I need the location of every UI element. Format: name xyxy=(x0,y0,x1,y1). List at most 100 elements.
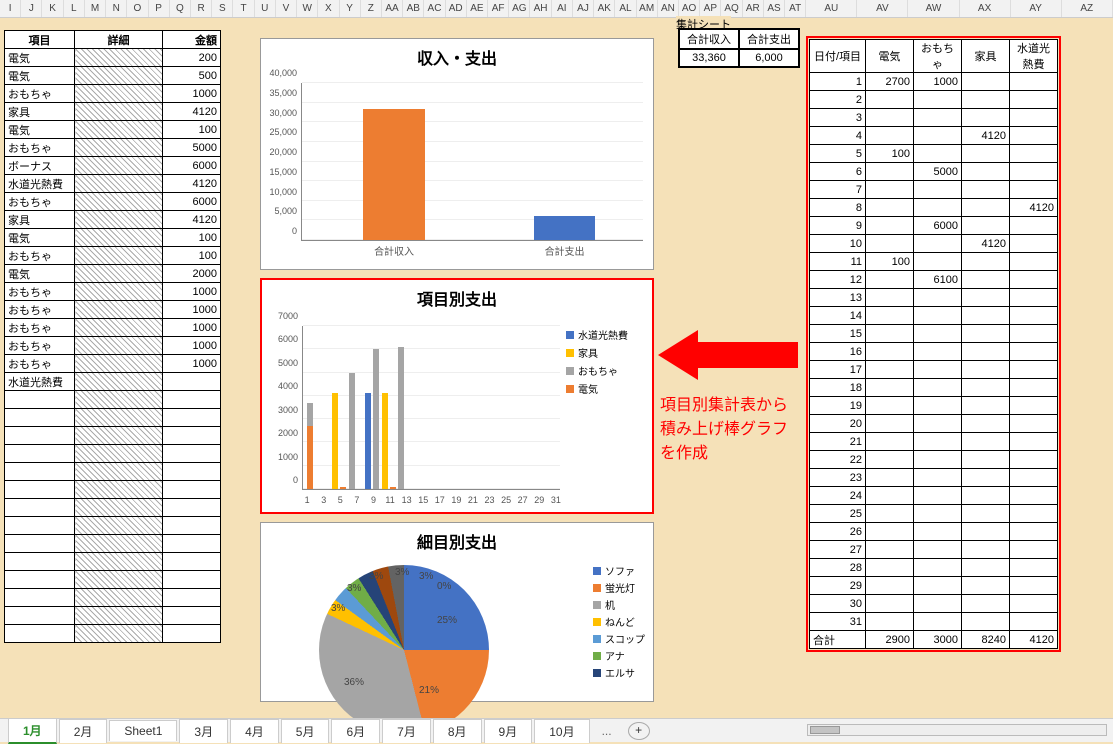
cell[interactable] xyxy=(5,517,75,535)
pivot-cell[interactable] xyxy=(914,307,962,325)
col-header[interactable]: P xyxy=(149,0,170,17)
cell[interactable] xyxy=(75,157,163,175)
cell[interactable] xyxy=(75,517,163,535)
pivot-cell[interactable]: 6000 xyxy=(914,217,962,235)
pivot-cell[interactable] xyxy=(914,289,962,307)
pivot-cell[interactable]: 1 xyxy=(810,73,866,91)
pivot-cell[interactable] xyxy=(1010,613,1058,631)
pivot-cell[interactable]: 9 xyxy=(810,217,866,235)
pivot-cell[interactable] xyxy=(866,199,914,217)
pivot-cell[interactable] xyxy=(962,253,1010,271)
col-header[interactable]: L xyxy=(64,0,85,17)
pivot-cell[interactable] xyxy=(914,487,962,505)
pivot-cell[interactable] xyxy=(914,379,962,397)
col-header[interactable]: AZ xyxy=(1062,0,1113,17)
pivot-cell[interactable]: 25 xyxy=(810,505,866,523)
col-header[interactable]: AF xyxy=(488,0,509,17)
pivot-cell[interactable] xyxy=(962,415,1010,433)
pivot-cell[interactable]: 8 xyxy=(810,199,866,217)
cell[interactable] xyxy=(163,589,221,607)
col-header[interactable]: V xyxy=(276,0,297,17)
cell[interactable] xyxy=(75,625,163,643)
pivot-cell[interactable] xyxy=(914,541,962,559)
pivot-cell[interactable] xyxy=(914,415,962,433)
pivot-cell[interactable]: 1000 xyxy=(914,73,962,91)
col-header[interactable]: AY xyxy=(1011,0,1062,17)
col-header[interactable]: AT xyxy=(785,0,806,17)
pivot-cell[interactable] xyxy=(1010,217,1058,235)
pivot-cell[interactable]: 23 xyxy=(810,469,866,487)
pivot-cell[interactable] xyxy=(866,163,914,181)
pivot-cell[interactable] xyxy=(914,505,962,523)
pivot-cell[interactable] xyxy=(1010,181,1058,199)
pivot-cell[interactable]: 20 xyxy=(810,415,866,433)
col-header[interactable]: AU xyxy=(806,0,857,17)
pivot-cell[interactable] xyxy=(914,577,962,595)
col-header[interactable]: J xyxy=(21,0,42,17)
cell[interactable] xyxy=(163,427,221,445)
pivot-cell[interactable]: 6 xyxy=(810,163,866,181)
cell[interactable] xyxy=(75,193,163,211)
pivot-cell[interactable] xyxy=(962,325,1010,343)
pivot-cell[interactable] xyxy=(914,199,962,217)
cell[interactable]: おもちゃ xyxy=(5,85,75,103)
cell[interactable]: 6000 xyxy=(163,193,221,211)
pivot-cell[interactable] xyxy=(866,595,914,613)
col-header[interactable]: AJ xyxy=(573,0,594,17)
sheet-tab[interactable]: 10月 xyxy=(534,719,589,743)
pivot-cell[interactable] xyxy=(1010,523,1058,541)
pivot-cell[interactable]: 2 xyxy=(810,91,866,109)
cell[interactable] xyxy=(5,445,75,463)
pivot-cell[interactable] xyxy=(1010,451,1058,469)
pivot-cell[interactable] xyxy=(866,235,914,253)
pivot-cell[interactable]: 10 xyxy=(810,235,866,253)
col-header[interactable]: AB xyxy=(403,0,424,17)
pivot-cell[interactable] xyxy=(962,595,1010,613)
pivot-cell[interactable] xyxy=(1010,487,1058,505)
pivot-cell[interactable] xyxy=(962,469,1010,487)
pivot-cell[interactable] xyxy=(962,397,1010,415)
cell[interactable]: 電気 xyxy=(5,67,75,85)
pivot-cell[interactable] xyxy=(962,505,1010,523)
cell[interactable]: 200 xyxy=(163,49,221,67)
cell[interactable] xyxy=(5,607,75,625)
cell[interactable]: 家具 xyxy=(5,103,75,121)
pivot-cell[interactable]: 24 xyxy=(810,487,866,505)
cell[interactable] xyxy=(5,427,75,445)
pivot-cell[interactable] xyxy=(1010,91,1058,109)
cell[interactable] xyxy=(5,625,75,643)
cell[interactable]: おもちゃ xyxy=(5,247,75,265)
pivot-cell[interactable] xyxy=(1010,469,1058,487)
pivot-cell[interactable] xyxy=(962,379,1010,397)
cell[interactable]: 1000 xyxy=(163,337,221,355)
cell[interactable]: おもちゃ xyxy=(5,337,75,355)
pivot-cell[interactable]: 3 xyxy=(810,109,866,127)
cell[interactable] xyxy=(75,607,163,625)
pivot-cell[interactable] xyxy=(866,271,914,289)
pivot-cell[interactable] xyxy=(1010,397,1058,415)
pivot-cell[interactable] xyxy=(1010,577,1058,595)
col-header[interactable]: O xyxy=(127,0,148,17)
add-sheet-button[interactable]: + xyxy=(628,722,650,740)
pivot-cell[interactable]: 5000 xyxy=(914,163,962,181)
col-header[interactable]: AW xyxy=(908,0,959,17)
pivot-cell[interactable] xyxy=(914,235,962,253)
pivot-cell[interactable]: 26 xyxy=(810,523,866,541)
sheet-tab[interactable]: 2月 xyxy=(59,719,108,743)
cell[interactable] xyxy=(75,103,163,121)
pivot-cell[interactable] xyxy=(962,109,1010,127)
col-header[interactable]: N xyxy=(106,0,127,17)
sheet-tab[interactable]: 9月 xyxy=(484,719,533,743)
cell[interactable]: 4120 xyxy=(163,211,221,229)
col-header[interactable]: X xyxy=(318,0,339,17)
cell[interactable] xyxy=(75,427,163,445)
cell[interactable] xyxy=(163,373,221,391)
cell[interactable] xyxy=(163,625,221,643)
cell[interactable] xyxy=(163,571,221,589)
pivot-cell[interactable] xyxy=(1010,325,1058,343)
pivot-cell[interactable] xyxy=(866,505,914,523)
pivot-cell[interactable] xyxy=(914,595,962,613)
sheet-tab[interactable]: 3月 xyxy=(179,719,228,743)
pivot-cell[interactable]: 16 xyxy=(810,343,866,361)
pivot-cell[interactable]: 29 xyxy=(810,577,866,595)
